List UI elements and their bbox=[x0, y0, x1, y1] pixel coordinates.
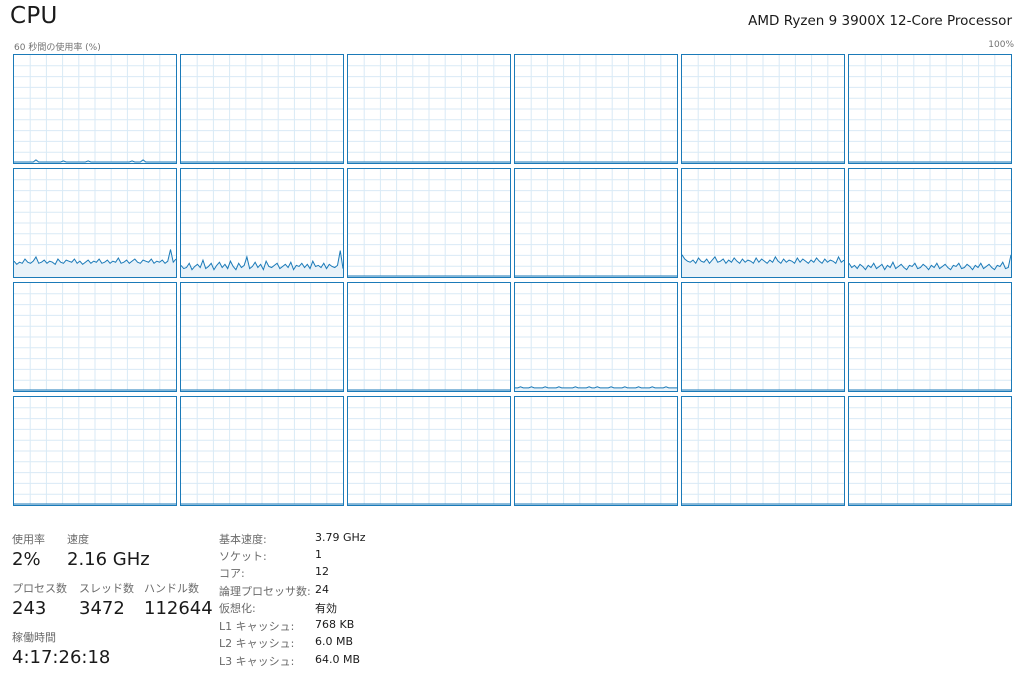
processor-graph-svg bbox=[849, 283, 1011, 391]
processor-graph-14[interactable] bbox=[347, 282, 511, 392]
info-value-sockets: 1 bbox=[315, 548, 322, 561]
info-value-l1-cache: 768 KB bbox=[315, 618, 355, 631]
processor-graph-23[interactable] bbox=[848, 396, 1012, 506]
processor-graph-svg bbox=[14, 397, 176, 505]
threads-label: スレッド数 bbox=[79, 582, 134, 595]
usage-label: 使用率 bbox=[12, 533, 45, 546]
usage-value: 2% bbox=[12, 549, 41, 570]
processor-graph-19[interactable] bbox=[180, 396, 344, 506]
info-key-l2-cache: L2 キャッシュ: bbox=[219, 637, 295, 650]
processor-graph-7[interactable] bbox=[180, 168, 344, 278]
processor-graph-svg bbox=[515, 283, 677, 391]
processor-graph-5[interactable] bbox=[848, 54, 1012, 164]
processor-graph-svg bbox=[348, 397, 510, 505]
processes-label: プロセス数 bbox=[12, 582, 67, 595]
info-value-logical-processors: 24 bbox=[315, 583, 329, 596]
info-key-sockets: ソケット: bbox=[219, 550, 267, 563]
processor-graph-3[interactable] bbox=[514, 54, 678, 164]
processor-graph-16[interactable] bbox=[681, 282, 845, 392]
processor-graph-svg bbox=[14, 283, 176, 391]
processor-graph-svg bbox=[181, 169, 343, 277]
info-key-l1-cache: L1 キャッシュ: bbox=[219, 620, 295, 633]
graph-axis-label: 60 秒間の使用率 (%) bbox=[14, 43, 101, 53]
processor-graph-13[interactable] bbox=[180, 282, 344, 392]
processor-graph-svg bbox=[849, 397, 1011, 505]
processor-graph-svg bbox=[348, 55, 510, 163]
info-key-virtualization: 仮想化: bbox=[219, 602, 256, 615]
processor-graph-18[interactable] bbox=[13, 396, 177, 506]
uptime-label: 稼働時間 bbox=[12, 631, 56, 644]
handles-label: ハンドル数 bbox=[144, 582, 199, 595]
processor-graph-15[interactable] bbox=[514, 282, 678, 392]
processor-graph-svg bbox=[515, 55, 677, 163]
processor-graph-12[interactable] bbox=[13, 282, 177, 392]
handles-value: 112644 bbox=[144, 598, 213, 619]
graph-axis-max: 100% bbox=[988, 40, 1014, 50]
info-key-l3-cache: L3 キャッシュ: bbox=[219, 655, 295, 668]
processor-graph-svg bbox=[682, 169, 844, 277]
speed-label: 速度 bbox=[67, 533, 89, 546]
processor-graph-svg bbox=[682, 397, 844, 505]
processor-graph-svg bbox=[849, 169, 1011, 277]
info-value-virtualization: 有効 bbox=[315, 602, 337, 615]
processor-graph-svg bbox=[181, 283, 343, 391]
processor-graph-20[interactable] bbox=[347, 396, 511, 506]
threads-value: 3472 bbox=[79, 598, 125, 619]
cpu-model-name: AMD Ryzen 9 3900X 12-Core Processor bbox=[748, 13, 1012, 29]
processor-graph-17[interactable] bbox=[848, 282, 1012, 392]
processor-graph-21[interactable] bbox=[514, 396, 678, 506]
info-value-l2-cache: 6.0 MB bbox=[315, 635, 354, 648]
processor-graph-svg bbox=[14, 55, 176, 163]
processor-graph-1[interactable] bbox=[180, 54, 344, 164]
processor-graph-0[interactable] bbox=[13, 54, 177, 164]
processor-graph-svg bbox=[181, 55, 343, 163]
processor-graph-svg bbox=[181, 397, 343, 505]
logical-processor-graphs[interactable] bbox=[13, 54, 1014, 506]
info-key-cores: コア: bbox=[219, 567, 245, 580]
processor-graph-6[interactable] bbox=[13, 168, 177, 278]
processor-graph-svg bbox=[348, 283, 510, 391]
processor-graph-svg bbox=[849, 55, 1011, 163]
processor-graph-svg bbox=[348, 169, 510, 277]
processor-graph-svg bbox=[682, 283, 844, 391]
processor-graph-8[interactable] bbox=[347, 168, 511, 278]
processor-graph-2[interactable] bbox=[347, 54, 511, 164]
info-value-cores: 12 bbox=[315, 565, 329, 578]
info-value-l3-cache: 64.0 MB bbox=[315, 653, 361, 666]
processor-graph-9[interactable] bbox=[514, 168, 678, 278]
processor-graph-22[interactable] bbox=[681, 396, 845, 506]
info-key-logical-processors: 論理プロセッサ数: bbox=[219, 585, 311, 598]
info-key-base-speed: 基本速度: bbox=[219, 533, 267, 546]
processor-graph-svg bbox=[14, 169, 176, 277]
processor-graph-svg bbox=[515, 397, 677, 505]
processor-graph-10[interactable] bbox=[681, 168, 845, 278]
page-title: CPU bbox=[10, 3, 58, 29]
info-value-base-speed: 3.79 GHz bbox=[315, 531, 366, 544]
speed-value: 2.16 GHz bbox=[67, 549, 150, 570]
processor-graph-svg bbox=[682, 55, 844, 163]
processor-graph-4[interactable] bbox=[681, 54, 845, 164]
uptime-value: 4:17:26:18 bbox=[12, 647, 111, 668]
processor-graph-svg bbox=[515, 169, 677, 277]
processes-value: 243 bbox=[12, 598, 47, 619]
processor-graph-11[interactable] bbox=[848, 168, 1012, 278]
